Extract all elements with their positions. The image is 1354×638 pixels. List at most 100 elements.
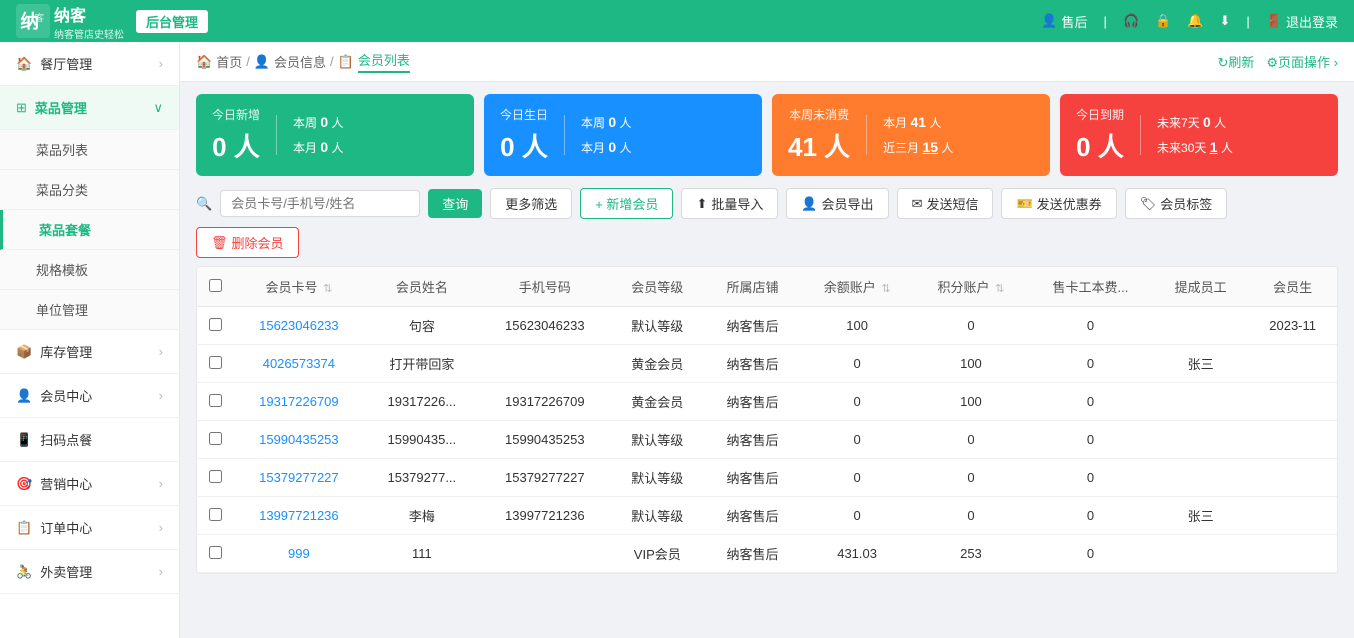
delete-member-button[interactable]: 🗑删除会员 — [196, 227, 299, 258]
row-5-phone: 13997721236 — [480, 497, 610, 535]
row-0-balance: 100 — [800, 307, 914, 345]
row-2-referrer — [1153, 383, 1248, 421]
row-1-join-date — [1248, 345, 1337, 383]
table-row[interactable]: 999111VIP会员纳客售后431.032530 — [197, 535, 1337, 573]
row-1-phone — [480, 345, 610, 383]
sidebar-item-restaurant[interactable]: 🏠 餐厅管理 › — [0, 42, 179, 86]
row-3-card-no[interactable]: 15990435253 — [234, 421, 364, 459]
sidebar-item-takeout[interactable]: 🚴 外卖管理 › — [0, 550, 179, 594]
row-6-checkbox[interactable] — [209, 546, 222, 559]
row-1-checkbox[interactable] — [209, 356, 222, 369]
row-4-points: 0 — [914, 459, 1028, 497]
row-5-card-no[interactable]: 13997721236 — [234, 497, 364, 535]
table-row[interactable]: 13997721236李梅13997721236默认等级纳客售后000张三 — [197, 497, 1337, 535]
sidebar-item-member-inner: 👤 会员中心 — [16, 386, 92, 405]
row-0-checkbox[interactable] — [209, 318, 222, 331]
nav-headset[interactable]: 🎧 — [1123, 13, 1139, 29]
row-3-card-cost: 0 — [1028, 421, 1153, 459]
sidebar-item-marketing[interactable]: 🎯 营销中心 › — [0, 462, 179, 506]
sidebar-item-restaurant-inner: 🏠 餐厅管理 — [16, 54, 92, 73]
row-6-card-cost: 0 — [1028, 535, 1153, 573]
sidebar-sub-menu: 菜品列表 菜品分类 菜品套餐 规格模板 单位管理 — [0, 130, 179, 330]
row-0-card-no[interactable]: 15623046233 — [234, 307, 364, 345]
sidebar-item-member[interactable]: 👤 会员中心 › — [0, 374, 179, 418]
member-tag-button[interactable]: 🏷会员标签 — [1125, 188, 1228, 219]
table-row[interactable]: 1599043525315990435...15990435253默认等级纳客售… — [197, 421, 1337, 459]
member-export-button[interactable]: 👤会员导出 — [786, 188, 888, 219]
row-6-card-no[interactable]: 999 — [234, 535, 364, 573]
member-export-icon: 👤 — [801, 196, 817, 212]
select-all-checkbox[interactable] — [209, 279, 222, 292]
sidebar-item-order[interactable]: 📋 订单中心 › — [0, 506, 179, 550]
row-4-card-no[interactable]: 15379277227 — [234, 459, 364, 497]
sidebar-item-inventory[interactable]: 📦 库存管理 › — [0, 330, 179, 374]
row-1-referrer: 张三 — [1153, 345, 1248, 383]
nav-lock[interactable]: 🔒 — [1155, 13, 1171, 29]
stat-left-new: 今日新增 0 人 — [212, 106, 260, 164]
query-button[interactable]: 查询 — [428, 189, 482, 218]
row-2-card-cost: 0 — [1028, 383, 1153, 421]
page-operation-button[interactable]: ⚙页面操作 › — [1266, 52, 1338, 71]
sidebar-sub-item-menu-combo[interactable]: 菜品套餐 — [0, 210, 179, 250]
table-row[interactable]: 4026573374打开带回家黄金会员纳客售后01000张三 — [197, 345, 1337, 383]
add-member-button[interactable]: + 新增会员 — [580, 188, 673, 219]
stat-3month-no-consume: 近三月 15 人 — [883, 135, 953, 160]
stat-label-birthday: 今日生日 — [500, 106, 548, 123]
breadcrumb-item-member-list[interactable]: 会员列表 — [358, 50, 410, 73]
divider1: | — [1104, 14, 1107, 29]
row-1-level: 黄金会员 — [610, 345, 705, 383]
row-1-balance: 0 — [800, 345, 914, 383]
delete-toolbar: 🗑删除会员 — [196, 227, 1338, 258]
search-input[interactable] — [220, 190, 420, 217]
batch-import-button[interactable]: ⬆批量导入 — [681, 188, 778, 219]
refresh-button[interactable]: ↻刷新 — [1217, 52, 1254, 71]
th-referrer: 提成员工 — [1153, 267, 1248, 307]
sidebar-item-scan[interactable]: 📱 扫码点餐 — [0, 418, 179, 462]
sidebar-item-inventory-inner: 📦 库存管理 — [16, 342, 92, 361]
th-balance[interactable]: 余额账户 ⇅ — [800, 267, 914, 307]
row-4-join-date — [1248, 459, 1337, 497]
row-2-card-no[interactable]: 19317226709 — [234, 383, 364, 421]
table-header-row: 会员卡号 ⇅ 会员姓名 手机号码 会员等级 所属店铺 余额账户 ⇅ 积分账户 ⇅… — [197, 267, 1337, 307]
row-5-checkbox[interactable] — [209, 508, 222, 521]
sidebar-item-menu[interactable]: ⊞ 菜品管理 ∨ — [0, 86, 179, 130]
row-1-card-cost: 0 — [1028, 345, 1153, 383]
table-body: 15623046233句容15623046233默认等级纳客售后10000202… — [197, 307, 1337, 573]
row-1-card-no[interactable]: 4026573374 — [234, 345, 364, 383]
row-4-name: 15379277... — [364, 459, 480, 497]
row-0-points: 0 — [914, 307, 1028, 345]
sidebar-sub-item-spec-template[interactable]: 规格模板 — [0, 250, 179, 290]
table-row[interactable]: 1537927722715379277...15379277227默认等级纳客售… — [197, 459, 1337, 497]
row-1-checkbox-cell — [197, 345, 234, 383]
th-card-no[interactable]: 会员卡号 ⇅ — [234, 267, 364, 307]
row-3-checkbox[interactable] — [209, 432, 222, 445]
stat-divider3 — [866, 115, 867, 155]
sidebar-sub-item-menu-list[interactable]: 菜品列表 — [0, 130, 179, 170]
row-2-checkbox[interactable] — [209, 394, 222, 407]
row-5-referrer: 张三 — [1153, 497, 1248, 535]
stat-value-expire: 0 人 — [1076, 127, 1124, 164]
stat-label-today-new: 今日新增 — [212, 106, 260, 123]
divider2: | — [1246, 14, 1249, 29]
nav-download[interactable]: ⬇ — [1220, 13, 1231, 29]
nav-logout[interactable]: 🚪 退出登录 — [1266, 12, 1338, 31]
breadcrumb-item-home[interactable]: 首页 — [216, 52, 242, 71]
th-points[interactable]: 积分账户 ⇅ — [914, 267, 1028, 307]
chevron-right-icon5: › — [159, 520, 163, 535]
send-coupon-button[interactable]: 🎫发送优惠券 — [1001, 188, 1116, 219]
stat-card-no-consume: 本周未消费 41 人 本月 41 人 近三月 15 人 — [772, 94, 1050, 176]
table-row[interactable]: 15623046233句容15623046233默认等级纳客售后10000202… — [197, 307, 1337, 345]
th-phone: 手机号码 — [480, 267, 610, 307]
breadcrumb-item-member-info[interactable]: 会员信息 — [274, 52, 326, 71]
send-sms-button[interactable]: ✉发送短信 — [897, 188, 994, 219]
sidebar-sub-item-menu-category[interactable]: 菜品分类 — [0, 170, 179, 210]
row-0-name: 句容 — [364, 307, 480, 345]
row-4-checkbox[interactable] — [209, 470, 222, 483]
row-2-join-date — [1248, 383, 1337, 421]
more-filter-button[interactable]: 更多筛选 — [490, 188, 572, 219]
nav-bell[interactable]: 🔔 — [1187, 13, 1203, 29]
row-2-store: 纳客售后 — [705, 383, 800, 421]
nav-aftersale[interactable]: 👤 售后 — [1041, 12, 1087, 31]
sidebar-sub-item-unit-management[interactable]: 单位管理 — [0, 290, 179, 330]
table-row[interactable]: 1931722670919317226...19317226709黄金会员纳客售… — [197, 383, 1337, 421]
